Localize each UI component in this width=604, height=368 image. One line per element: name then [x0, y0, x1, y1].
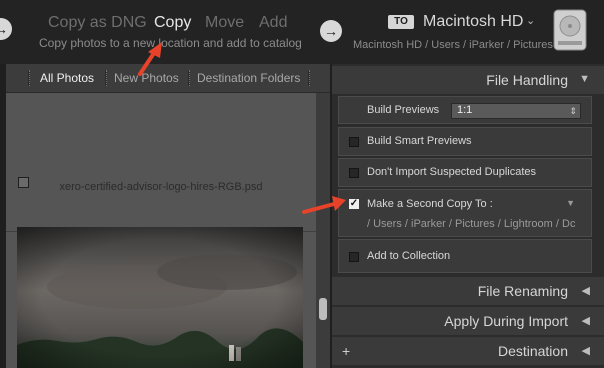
- tab-destination-folders[interactable]: Destination Folders: [197, 71, 300, 85]
- annotation-arrow-icon: [138, 42, 162, 76]
- build-previews-value: 1:1: [457, 104, 473, 116]
- build-smart-previews-row[interactable]: Build Smart Previews: [338, 127, 592, 156]
- destination-path: Macintosh HD / Users / iParker / Picture…: [353, 39, 553, 51]
- second-copy-path[interactable]: / Users / iParker / Pictures / Lightroom…: [367, 218, 575, 230]
- second-copy-label: Make a Second Copy To :: [367, 198, 493, 210]
- tab-divider: [105, 70, 107, 86]
- mode-copy-as-dng[interactable]: Copy as DNG: [48, 14, 147, 32]
- expand-triangle-icon[interactable]: ◀: [582, 344, 590, 357]
- second-copy-row[interactable]: ✓ Make a Second Copy To : ▼ / Users / iP…: [338, 189, 592, 237]
- add-to-collection-row[interactable]: Add to Collection: [338, 239, 592, 273]
- source-arrow-icon[interactable]: →: [0, 18, 12, 40]
- collapse-triangle-icon[interactable]: ▼: [579, 73, 590, 85]
- expand-triangle-icon[interactable]: ◀: [582, 314, 590, 327]
- tab-all-photos[interactable]: All Photos: [40, 71, 94, 85]
- destination-chevron-icon[interactable]: ⌄: [526, 14, 535, 27]
- apply-during-import-header[interactable]: Apply During Import ◀: [332, 307, 604, 335]
- tab-divider: [188, 70, 190, 86]
- scrollbar-thumb[interactable]: [319, 298, 327, 320]
- build-smart-previews-label: Build Smart Previews: [367, 135, 472, 147]
- import-settings-panel: File Handling ▼ Build Previews 1:1 ⇕ Bui…: [332, 64, 604, 368]
- destination-header[interactable]: + Destination ◀: [332, 337, 604, 365]
- source-grid-panel: All Photos New Photos Destination Folder…: [6, 64, 330, 368]
- photo-thumbnail[interactable]: [17, 227, 303, 368]
- file-handling-title: File Handling: [486, 72, 568, 88]
- tab-divider: [308, 70, 310, 86]
- build-previews-row: Build Previews 1:1 ⇕: [338, 96, 592, 124]
- add-to-collection-checkbox[interactable]: [349, 252, 359, 262]
- to-badge: TO: [388, 15, 414, 29]
- mode-add[interactable]: Add: [259, 14, 287, 32]
- build-previews-select[interactable]: 1:1 ⇕: [451, 103, 581, 119]
- dont-import-duplicates-label: Don't Import Suspected Duplicates: [367, 166, 537, 178]
- destination-name[interactable]: Macintosh HD: [423, 13, 523, 31]
- add-folder-plus-icon[interactable]: +: [342, 343, 350, 359]
- add-to-collection-label: Add to Collection: [367, 250, 451, 262]
- select-arrows-icon: ⇕: [569, 106, 577, 116]
- thumbnail-filename: xero-certified-advisor-logo-hires-RGB.ps…: [59, 181, 263, 193]
- mode-move[interactable]: Move: [205, 14, 244, 32]
- import-topbar: → Copy as DNG Copy Move Add Copy photos …: [0, 0, 604, 64]
- tab-divider: [28, 70, 30, 86]
- file-renaming-title: File Renaming: [477, 283, 568, 299]
- build-previews-label: Build Previews: [367, 104, 440, 116]
- second-copy-checkbox[interactable]: ✓: [349, 199, 359, 209]
- destination-title: Destination: [497, 343, 568, 359]
- apply-during-import-title: Apply During Import: [444, 313, 568, 329]
- dont-import-duplicates-row[interactable]: Don't Import Suspected Duplicates: [338, 158, 592, 187]
- expand-triangle-icon[interactable]: ◀: [582, 284, 590, 297]
- file-renaming-header[interactable]: File Renaming ◀: [332, 277, 604, 305]
- file-handling-header[interactable]: File Handling ▼: [332, 66, 604, 94]
- hard-drive-icon: [553, 9, 587, 51]
- mode-copy[interactable]: Copy: [154, 14, 191, 32]
- dont-import-duplicates-checkbox[interactable]: [349, 168, 359, 178]
- thumbnail-checkbox[interactable]: [18, 177, 29, 188]
- grid-scrollbar[interactable]: [316, 93, 330, 368]
- annotation-arrow-icon: [302, 196, 346, 214]
- destination-arrow-icon: →: [320, 20, 342, 42]
- photo-image: [17, 227, 303, 368]
- build-smart-previews-checkbox[interactable]: [349, 137, 359, 147]
- grid-cell[interactable]: xero-certified-advisor-logo-hires-RGB.ps…: [6, 93, 316, 231]
- second-copy-dropdown-icon[interactable]: ▼: [566, 198, 575, 208]
